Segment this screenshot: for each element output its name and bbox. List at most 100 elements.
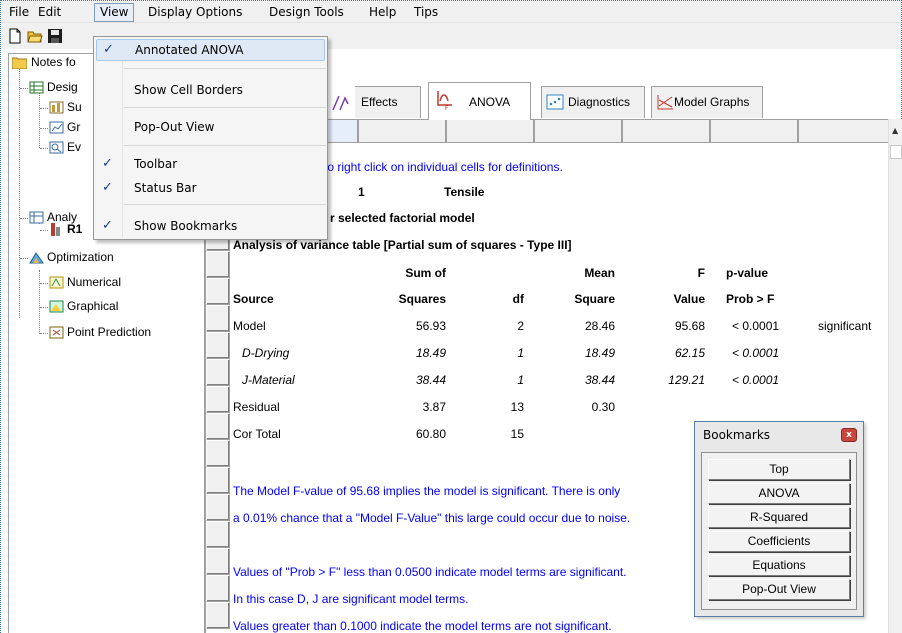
tab-model-graphs[interactable]: Model Graphs [651,86,763,118]
anova-icon: F [437,91,452,111]
row-ms: 0.30 [591,400,615,414]
row-f: 95.68 [674,319,705,333]
design-table-icon [29,81,44,94]
close-icon[interactable]: x [841,428,857,442]
checkmark-icon: ✓ [103,42,114,57]
tree-item-evaluation[interactable]: Ev [67,139,81,155]
tree-item-point-prediction[interactable]: Point Prediction [67,324,151,340]
menu-item-show-bookmarks[interactable]: ✓ Show Bookmarks [96,215,325,237]
tree-item-graphical[interactable]: Graphical [67,298,118,314]
menu-item-label: Show Cell Borders [134,83,243,97]
checkmark-icon: ✓ [102,156,113,171]
menu-item-pop-out-view[interactable]: Pop-Out View [96,116,325,138]
folder-icon [12,57,27,69]
row-p: < 0.0001 [732,346,780,360]
optimization-icon [29,252,44,264]
row-header[interactable] [206,440,230,467]
new-file-icon[interactable] [7,28,23,44]
header-squares: Squares [398,292,446,306]
menu-edit[interactable]: Edit [33,4,66,21]
header-square: Square [574,292,615,306]
header-sum-of: Sum of [405,266,446,280]
menu-file[interactable]: File [4,4,34,21]
bookmark-coefficients-button[interactable]: Coefficients [708,531,850,552]
note-line: In this case D, J are significant model … [233,592,469,606]
tree-item-r1[interactable]: R1 [67,221,82,237]
column-header[interactable] [358,119,446,143]
tree-item-design[interactable]: Desig [47,79,78,95]
menu-item-toolbar[interactable]: ✓ Toolbar [96,153,325,175]
row-header[interactable] [206,251,230,278]
column-header[interactable] [446,119,534,143]
tab-effects-label: Effects [361,95,398,109]
hint-text: e to right click on individual cells for… [314,160,563,174]
row-header[interactable] [206,305,230,332]
row-header[interactable] [206,278,230,305]
column-header[interactable] [798,119,889,143]
menu-item-label: Annotated ANOVA [135,43,244,57]
menu-tips[interactable]: Tips [409,4,443,21]
row-ss: 38.44 [415,373,446,387]
evaluation-icon [49,141,64,154]
bookmarks-title: Bookmarks [703,428,771,442]
row-header[interactable] [206,521,230,548]
menu-item-show-cell-borders[interactable]: Show Cell Borders [96,79,325,101]
bookmark-equations-button[interactable]: Equations [708,555,850,576]
tab-anova[interactable]: F ANOVA [428,82,531,120]
row-header[interactable] [206,548,230,575]
row-header[interactable] [206,359,230,386]
row-header[interactable] [206,467,230,494]
column-header[interactable] [710,119,798,143]
tree-item-notes[interactable]: Notes fo [31,54,76,70]
tree-item-graph-columns[interactable]: Gr [67,119,80,135]
tab-effects[interactable]: Effects [355,86,421,118]
menu-item-status-bar[interactable]: ✓ Status Bar [96,177,325,199]
menu-item-label: Show Bookmarks [134,219,238,233]
row-source: Residual [233,400,280,414]
row-header[interactable] [206,413,230,440]
row-f: 62.15 [674,346,705,360]
scroll-thumb[interactable] [890,145,902,159]
row-ss: 60.80 [415,427,446,441]
tree-item-summary[interactable]: Su [67,99,82,115]
row-header[interactable] [206,332,230,359]
row-df: 2 [517,319,524,333]
summary-icon [49,101,64,114]
graphical-icon [49,300,64,313]
row-header[interactable] [206,494,230,521]
menu-help[interactable]: Help [364,4,401,21]
row-header[interactable] [206,602,230,629]
row-header[interactable] [206,386,230,413]
row-p: < 0.0001 [732,373,780,387]
bookmark-pop-out-view-button[interactable]: Pop-Out View [708,579,850,600]
open-folder-icon[interactable] [27,28,43,44]
tree-item-optimization[interactable]: Optimization [47,249,114,265]
row-p: < 0.0001 [732,319,780,333]
row-ss: 18.49 [415,346,446,360]
menu-item-annotated-anova[interactable]: ✓ Annotated ANOVA [96,39,325,61]
row-ss: 56.93 [415,319,446,333]
row-df: 1 [517,373,524,387]
row-source: Model [233,319,266,333]
tab-diagnostics[interactable]: Diagnostics [541,86,645,118]
scroll-up-icon[interactable]: ▲ [892,126,898,135]
save-icon[interactable] [47,28,63,44]
column-header[interactable] [622,119,710,143]
tree-item-numerical[interactable]: Numerical [67,274,121,290]
row-header[interactable] [206,575,230,602]
menu-design-tools[interactable]: Design Tools [264,4,349,21]
bookmark-top-button[interactable]: Top [708,459,850,480]
menu-view[interactable]: View [94,3,135,22]
column-header[interactable] [534,119,622,143]
menubar: File Edit View Display Options Design To… [1,1,901,23]
bookmarks-list: Top ANOVA R-Squared Coefficients Equatio… [701,452,857,610]
bookmark-r-squared-button[interactable]: R-Squared [708,507,850,528]
vertical-scrollbar[interactable]: ▲ [888,119,902,633]
bookmarks-window: Bookmarks x Top ANOVA R-Squared Coeffici… [694,421,864,617]
row-df: 1 [517,346,524,360]
row-df: 15 [510,427,524,441]
response-number: 1 [358,185,365,199]
close-glyph: x [846,430,852,440]
bookmark-anova-button[interactable]: ANOVA [708,483,850,504]
menu-display-options[interactable]: Display Options [143,4,247,21]
